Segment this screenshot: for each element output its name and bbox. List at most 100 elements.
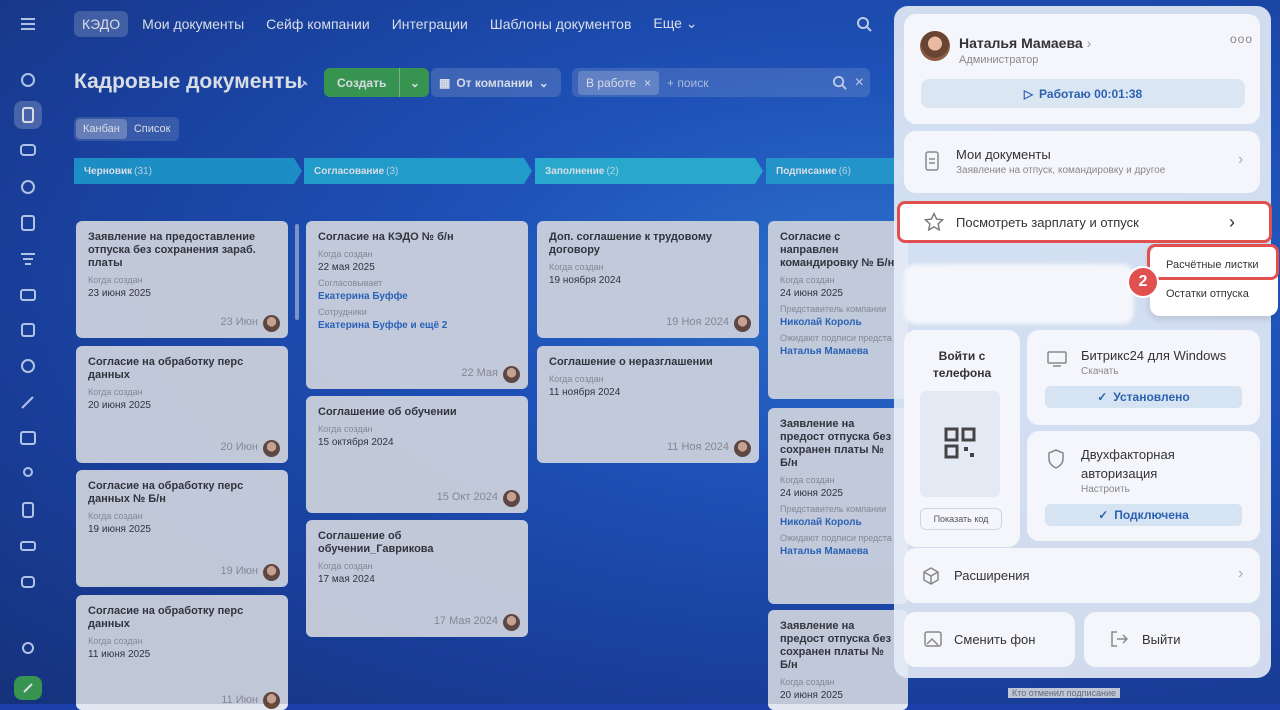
page-title: Кадровые документы [74,70,303,93]
kanban-card[interactable]: Согласие на обработку перс данных Когда … [76,346,288,463]
avatar[interactable] [263,440,280,457]
card-field-value: 19 июня 2025 [88,524,151,535]
kanban-card[interactable]: Согласие на КЭДО № б/н Когда создан 22 м… [306,221,528,389]
avatar[interactable] [263,315,280,332]
chevron-right-icon: › [1229,211,1235,232]
more-icon[interactable]: ooo [1230,32,1253,46]
change-background-button[interactable]: Сменить фон [904,612,1075,667]
search-filter[interactable]: В работе × + поиск × [572,68,870,97]
card-user-link[interactable]: Екатерина Буффе и ещё 2 [318,320,516,331]
mail-icon[interactable] [14,281,42,309]
pin-icon[interactable] [297,79,309,91]
qr-code[interactable] [920,391,1000,497]
show-code-button[interactable]: Показать код [920,508,1002,530]
avatar[interactable] [503,366,520,383]
tab-company-safe[interactable]: Сейф компании [258,11,378,37]
tab-integrations[interactable]: Интеграции [384,11,476,37]
filter-chip[interactable]: В работе × [578,70,660,95]
avatar[interactable] [263,564,280,581]
salary-vacation-item[interactable]: Посмотреть зарплату и отпуск › [897,201,1272,243]
search-icon[interactable] [832,75,847,90]
kanban-card[interactable]: Соглашение об обучении Когда создан 15 о… [306,396,528,513]
kanban-card[interactable]: Соглашение о неразглашении Когда создан … [537,346,759,463]
kanban-card[interactable]: Заявление на предоставление отпуска без … [76,221,288,338]
sites-icon[interactable] [14,424,42,452]
card-user-link[interactable]: Наталья Мамаева [780,346,896,357]
windows-app-block: Битрикс24 для Windows Скачать ✓ Установле… [1027,330,1260,425]
avatar[interactable] [734,440,751,457]
tab-my-documents[interactable]: Мои документы [134,11,252,37]
windows-app-download[interactable]: Скачать [1081,366,1119,377]
tab-kedo[interactable]: КЭДО [74,10,129,37]
create-button[interactable]: Создать ⌄ [324,68,430,97]
scrollbar[interactable] [295,224,299,320]
column-filling[interactable]: Заполнение (2) [535,158,763,184]
cube-icon [923,567,939,585]
work-status-button[interactable]: ▷ Работаю 00:01:38 [921,79,1245,108]
avatar[interactable] [920,31,950,61]
store-icon[interactable] [14,532,42,560]
column-approval[interactable]: Согласование (3) [304,158,532,184]
kanban-card[interactable]: Соглашение об обучении_Гаврикова Когда с… [306,520,528,637]
calendar-icon[interactable] [14,173,42,201]
avatar[interactable] [503,614,520,631]
kanban-card[interactable]: Согласие на обработку перс данных Когда … [76,595,288,710]
tab-more[interactable]: Еще ⌄ [645,10,705,37]
extensions-item[interactable]: Расширения › [904,548,1260,603]
sign-icon[interactable] [14,388,42,416]
kanban-card[interactable]: Заявление на предост отпуска без сохране… [768,610,908,710]
avatar[interactable] [263,692,280,709]
tasks-icon[interactable] [14,316,42,344]
search-icon[interactable] [856,16,872,32]
view-list[interactable]: Список [127,119,178,139]
avatar[interactable] [503,490,520,507]
monitor-icon [1047,351,1067,367]
card-user-link[interactable]: Николай Король [780,517,896,528]
twofa-setup[interactable]: Настроить [1081,484,1130,495]
card-user-link[interactable]: Наталья Мамаева [780,546,896,557]
twofa-title: Двухфакторная авторизация [1081,447,1175,481]
logout-button[interactable]: Выйти [1084,612,1260,667]
card-field-label: Когда создан [780,275,835,285]
close-icon[interactable]: × [644,76,651,90]
user-name[interactable]: Наталья Мамаева › [959,35,1091,51]
drive-icon[interactable] [14,496,42,524]
settings-icon[interactable] [14,634,42,662]
avatar[interactable] [734,315,751,332]
submenu-item-vacation-balance[interactable]: Остатки отпуска [1166,288,1249,300]
notes-icon[interactable] [14,209,42,237]
employees-icon[interactable] [14,460,42,488]
change-background-label: Сменить фон [954,632,1036,647]
card-user-link[interactable]: Николай Король [780,317,896,328]
clear-icon[interactable]: × [855,74,864,92]
my-documents-title: Мои документы [956,147,1051,162]
chevron-down-icon[interactable]: ⌄ [399,68,429,97]
card-user-link[interactable]: Екатерина Буффе [318,291,516,302]
column-draft[interactable]: Черновик (31) [74,158,302,184]
filter-icon[interactable] [14,245,42,273]
my-documents-item[interactable]: Мои документы Заявление на отпуск, коман… [904,131,1260,193]
kanban-card[interactable]: Заявление на предост отпуска без сохране… [768,408,908,604]
kanban-card[interactable]: Согласие на обработку перс данных № Б/н … [76,470,288,587]
card-date: 22 Мая [461,367,498,379]
search-input[interactable]: + поиск [667,76,824,90]
tab-templates[interactable]: Шаблоны документов [482,11,640,37]
kanban-card[interactable]: Согласие с направлен командировку № Б/н … [768,221,908,399]
company-filter-button[interactable]: ▦ От компании ⌄ [431,68,561,97]
refresh-icon[interactable] [14,66,42,94]
card-field-value: 20 июня 2025 [780,690,843,701]
chevron-down-icon: ⌄ [685,15,698,31]
card-field-value: 17 мая 2024 [318,574,375,585]
robot-icon[interactable] [14,567,42,595]
card-title: Доп. соглашение к трудовому договору [549,231,712,256]
launch-icon[interactable] [14,676,42,700]
blurred-item [904,264,1134,324]
view-kanban[interactable]: Канбан [76,119,127,139]
menu-icon[interactable] [14,10,42,38]
chat-icon[interactable] [14,137,42,165]
kanban-card[interactable]: Доп. соглашение к трудовому договору Ког… [537,221,759,338]
crm-icon[interactable] [14,352,42,380]
column-count: (31) [134,165,152,177]
documents-icon[interactable] [14,101,42,129]
column-signing[interactable]: Подписание (6) [766,158,906,184]
